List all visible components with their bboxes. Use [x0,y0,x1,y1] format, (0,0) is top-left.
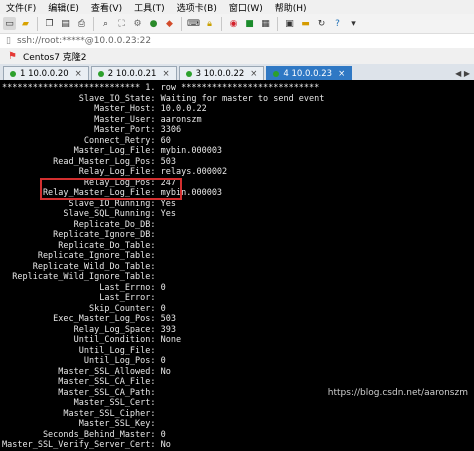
tab-label: 1 10.0.0.20 [20,69,69,79]
menu-view[interactable]: 查看(V) [85,1,128,14]
help-icon[interactable]: ? [331,17,344,30]
terminal-line: Replicate_Do_DB: [2,220,474,231]
terminal-line: Last_Errno: 0 [2,283,474,294]
globe-icon[interactable]: ● [147,17,160,30]
menu-file[interactable]: 文件(F) [0,1,42,14]
terminal-line: Master_Host: 10.0.0.22 [2,104,474,115]
terminal-output[interactable]: *************************** 1. row *****… [0,80,474,402]
tab-session-2[interactable]: 2 10.0.0.21 × [91,66,177,80]
watermark: https://blog.csdn.net/aaronszm [328,388,468,398]
terminal-line: Master_SSL_CA_File: [2,377,474,388]
terminal-line: Master_SSL_Verify_Server_Cert: No [2,440,474,451]
transfer-icon[interactable]: ■ [243,17,256,30]
menu-window[interactable]: 窗口(W) [223,1,269,14]
terminal-line: Replicate_Wild_Do_Table: [2,262,474,273]
terminal-line: Replicate_Wild_Ignore_Table: [2,272,474,283]
color-icon[interactable]: ◆ [163,17,176,30]
terminal-line: Master_SSL_Cert: [2,398,474,409]
find-icon[interactable]: ⌕ [99,17,112,30]
terminal-line: Slave_IO_Running: Yes [2,199,474,210]
terminal-line: Seconds_Behind_Master: 0 [2,430,474,441]
settings-icon[interactable]: ⚙ [131,17,144,30]
tab-session-3[interactable]: 3 10.0.0.22 × [179,66,265,80]
running-status-highlight-box [40,178,182,200]
dropdown-icon[interactable]: ▾ [347,17,360,30]
toolbar-divider [181,17,182,31]
terminal-line: Master_User: aaronszm [2,115,474,126]
connected-status-icon [10,71,16,77]
tab-session-1[interactable]: 1 10.0.0.20 × [3,66,89,80]
terminal-line: Master_SSL_Allowed: No [2,367,474,378]
terminal-line: Last_Error: [2,293,474,304]
terminal-line: Master_Port: 3306 [2,125,474,136]
terminal-line: Slave_SQL_Running: Yes [2,209,474,220]
toolbar-divider [221,17,222,31]
terminal-line: Until_Condition: None [2,335,474,346]
terminal-line: Until_Log_File: [2,346,474,357]
menu-edit[interactable]: 编辑(E) [42,1,85,14]
new-session-icon[interactable]: ▭ [3,17,16,30]
session-address-bar: ▯ ssh://root:*****@10.0.0.23:22 [0,34,474,49]
paste-icon[interactable]: ▤ [59,17,72,30]
keyboard-icon[interactable]: ⌨ [187,17,200,30]
connected-status-icon [273,71,279,77]
menu-tab[interactable]: 选项卡(B) [171,1,223,14]
session-lock-icon: ▯ [6,36,11,46]
close-icon[interactable]: × [250,69,257,79]
refresh-icon[interactable]: ↻ [315,17,328,30]
toolbar-divider [93,17,94,31]
chat-icon[interactable]: ▬ [299,17,312,30]
terminal-line: Master_SSL_Cipher: [2,409,474,420]
favorite-session-link[interactable]: Centos7 克隆2 [23,50,87,63]
tab-label: 3 10.0.0.22 [196,69,245,79]
tab-scroll-arrows-icon[interactable]: ◀ ▶ [455,69,474,80]
connected-status-icon [186,71,192,77]
menu-bar: 文件(F) 编辑(E) 查看(V) 工具(T) 选项卡(B) 窗口(W) 帮助(… [0,0,474,14]
connected-status-icon [98,71,104,77]
terminal-line: Skip_Counter: 0 [2,304,474,315]
tab-label: 4 10.0.0.23 [283,69,332,79]
tab-session-4[interactable]: 4 10.0.0.23 × [266,66,352,80]
copy-icon[interactable]: ❐ [43,17,56,30]
toolbar-divider [277,17,278,31]
session-tabs: 1 10.0.0.20 × 2 10.0.0.21 × 3 10.0.0.22 … [0,64,474,80]
terminal-line: Replicate_Do_Table: [2,241,474,252]
terminal-line: Relay_Log_Space: 393 [2,325,474,336]
terminal-line: Replicate_Ignore_DB: [2,230,474,241]
open-folder-icon[interactable]: ▰ [19,17,32,30]
terminal-line: Replicate_Ignore_Table: [2,251,474,262]
close-icon[interactable]: × [338,69,345,79]
session-flag-icon: ⚑ [8,51,17,62]
session-address-input[interactable]: ssh://root:*****@10.0.0.23:22 [17,36,151,46]
close-icon[interactable]: × [162,69,169,79]
tab-label: 2 10.0.0.21 [108,69,157,79]
menu-tools[interactable]: 工具(T) [128,1,171,14]
close-icon[interactable]: × [75,69,82,79]
print-icon[interactable]: ⎙ [75,17,88,30]
fullscreen-icon[interactable]: ⛶ [115,17,128,30]
toolbar: ▭ ▰ ❐ ▤ ⎙ ⌕ ⛶ ⚙ ● ◆ ⌨ 🔒︎ ◉ ■ ▦ ▣ ▬ ↻ ? ▾ [0,14,474,34]
terminal-line: Master_Log_File: mybin.000003 [2,146,474,157]
script-icon[interactable]: ▦ [259,17,272,30]
compose-icon[interactable]: ▣ [283,17,296,30]
terminal-line: Slave_IO_State: Waiting for master to se… [2,94,474,105]
terminal-line: Relay_Log_File: relays.000002 [2,167,474,178]
terminal-line: Until_Log_Pos: 0 [2,356,474,367]
terminal-line: Connect_Retry: 60 [2,136,474,147]
terminal-line: *************************** 1. row *****… [2,83,474,94]
favorites-bar: ⚑ Centos7 克隆2 [0,48,474,65]
xftp-icon[interactable]: ◉ [227,17,240,30]
menu-help[interactable]: 帮助(H) [269,1,313,14]
terminal-line: Master_SSL_Key: [2,419,474,430]
toolbar-divider [37,17,38,31]
terminal-line: Exec_Master_Log_Pos: 503 [2,314,474,325]
lock-icon[interactable]: 🔒︎ [203,17,216,30]
terminal-line: Read_Master_Log_Pos: 503 [2,157,474,168]
